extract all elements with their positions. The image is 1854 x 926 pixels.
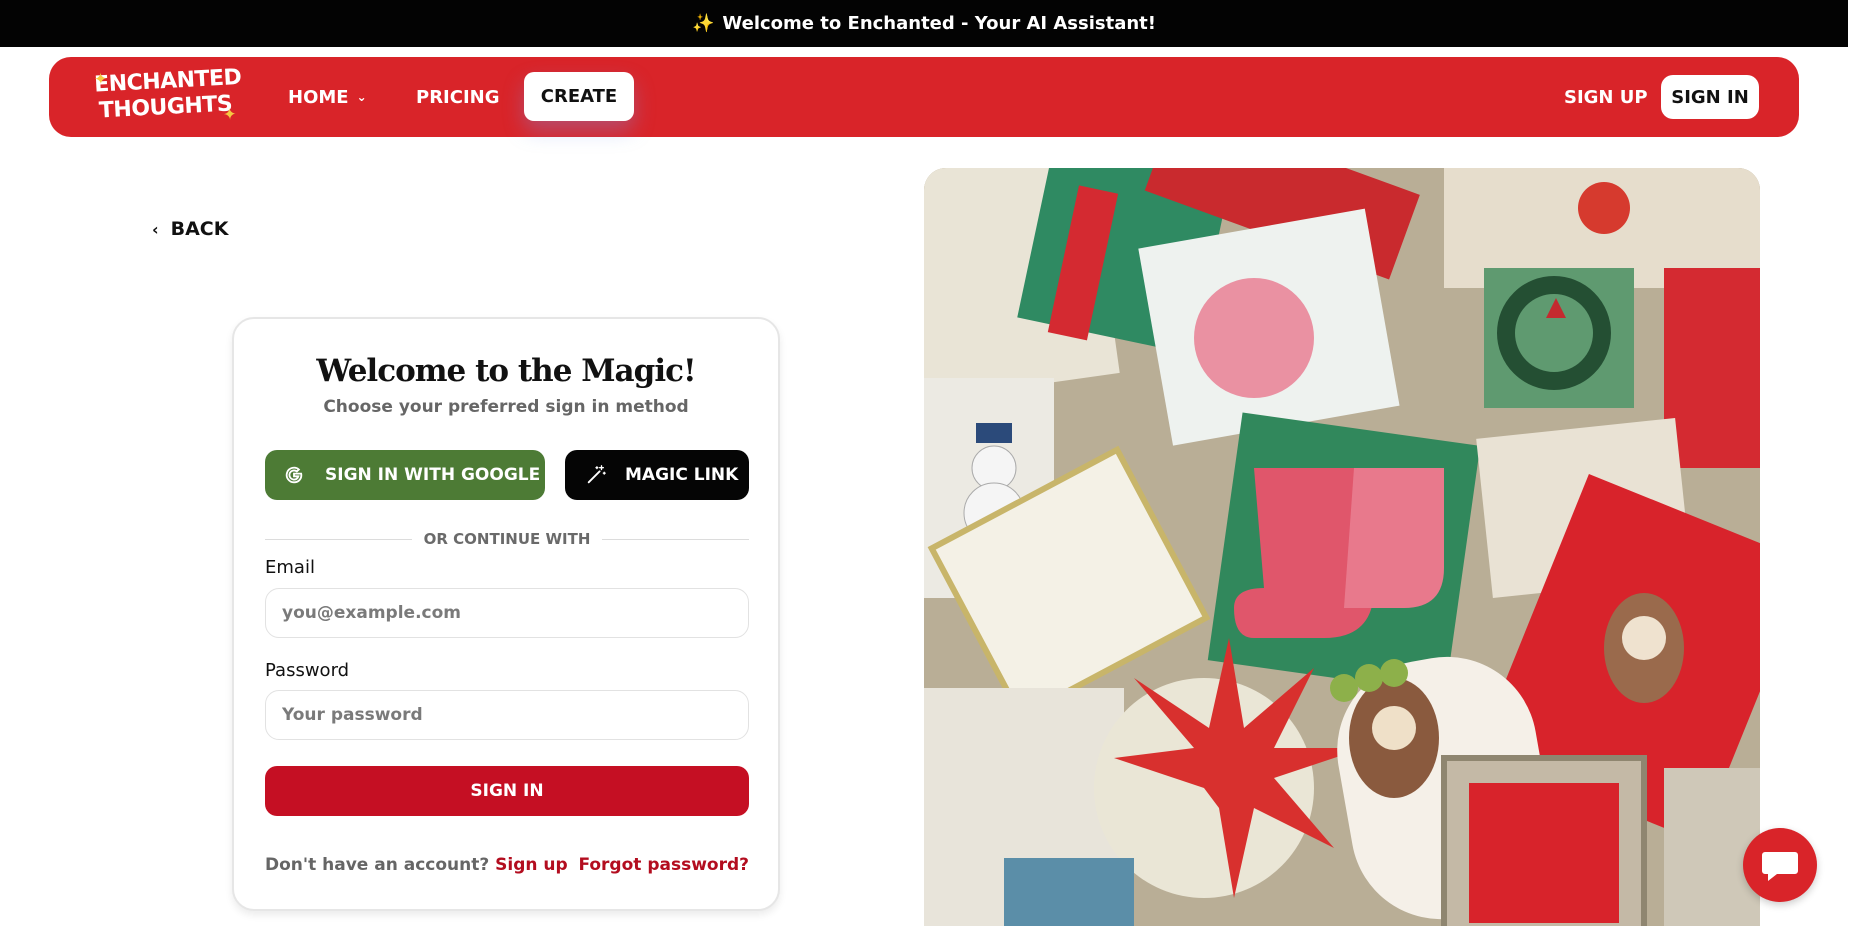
magic-link-label: MAGIC LINK xyxy=(625,465,739,485)
nav-pricing[interactable]: PRICING xyxy=(416,57,500,137)
sparkle-icon: ✦ xyxy=(222,104,237,124)
sign-in-submit-button[interactable]: SIGN IN xyxy=(265,766,749,816)
announcement-bar: ✨ Welcome to Enchanted - Your AI Assista… xyxy=(0,0,1848,47)
chevron-down-icon: ⌄ xyxy=(356,90,367,104)
hero-collage-image xyxy=(924,168,1760,926)
christmas-collage-illustration xyxy=(924,168,1760,926)
nav-sign-up[interactable]: SIGN UP xyxy=(1564,57,1648,137)
or-divider: OR CONTINUE WITH xyxy=(265,529,750,549)
nav-create-button[interactable]: CREATE xyxy=(524,72,634,121)
google-icon xyxy=(285,466,303,484)
password-label: Password xyxy=(265,660,350,681)
google-sign-in-button[interactable]: SIGN IN WITH GOOGLE xyxy=(265,450,545,500)
chat-bubble-icon xyxy=(1762,852,1798,881)
nav-home-label: HOME xyxy=(288,86,349,108)
sparkles-icon: ✨ xyxy=(692,13,715,34)
card-subtitle: Choose your preferred sign in method xyxy=(323,397,689,417)
logo[interactable]: ✦ ENCHANTED THOUGHTS ✦ xyxy=(93,59,241,134)
card-title: Welcome to the Magic! xyxy=(316,353,696,389)
back-link[interactable]: ‹ BACK xyxy=(152,218,228,240)
navbar: ✦ ENCHANTED THOUGHTS ✦ HOME ⌄ PRICING CR… xyxy=(49,57,1799,137)
sign-up-link[interactable]: Sign up xyxy=(495,855,568,875)
email-field[interactable] xyxy=(265,588,749,638)
sign-in-card: Welcome to the Magic! Choose your prefer… xyxy=(232,317,780,911)
email-label: Email xyxy=(265,557,315,578)
chat-button[interactable] xyxy=(1743,828,1817,902)
nav-home[interactable]: HOME ⌄ xyxy=(288,57,367,137)
magic-link-button[interactable]: MAGIC LINK xyxy=(565,450,749,500)
sparkle-icon: ✦ xyxy=(93,69,108,89)
google-button-label: SIGN IN WITH GOOGLE xyxy=(325,465,541,485)
magic-wand-icon xyxy=(587,465,606,484)
forgot-password-link[interactable]: Forgot password? xyxy=(578,855,749,875)
sign-up-prompt: Don't have an account? Sign up xyxy=(265,855,568,875)
back-label: BACK xyxy=(170,218,229,240)
announcement-text: Welcome to Enchanted - Your AI Assistant… xyxy=(722,13,1156,34)
card-footer: Don't have an account? Sign up Forgot pa… xyxy=(265,855,749,875)
no-account-text: Don't have an account? xyxy=(265,855,490,875)
password-field[interactable] xyxy=(265,690,749,740)
divider-text: OR CONTINUE WITH xyxy=(423,530,591,548)
chevron-left-icon: ‹ xyxy=(152,219,159,239)
nav-sign-in-button[interactable]: SIGN IN xyxy=(1661,75,1759,119)
